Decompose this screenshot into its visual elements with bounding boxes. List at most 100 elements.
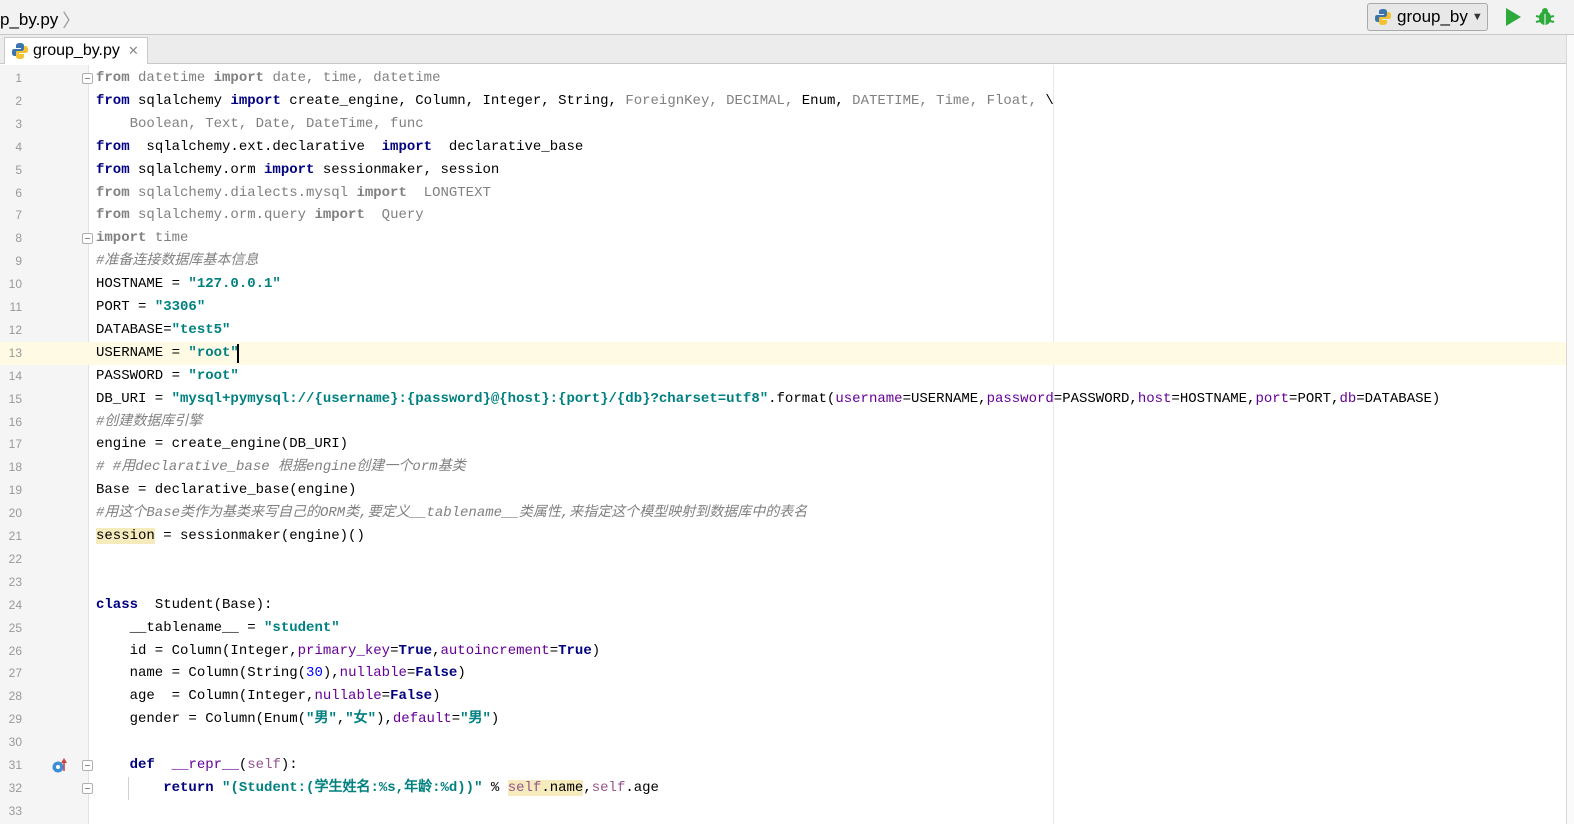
code-text[interactable]: PORT = "3306" (96, 296, 205, 319)
code-text[interactable]: age = Column(Integer,nullable=False) (96, 685, 441, 708)
code-text[interactable]: PASSWORD = "root" (96, 365, 239, 388)
close-icon[interactable]: ✕ (128, 43, 139, 59)
code-text[interactable]: from sqlalchemy.dialects.mysql import LO… (96, 182, 491, 205)
line-number[interactable]: 12 (0, 319, 22, 342)
line-number[interactable]: 22 (0, 548, 22, 571)
code-line[interactable]: 7 from sqlalchemy.orm.query import Query (0, 204, 1566, 227)
line-number[interactable]: 11 (0, 296, 22, 319)
line-number[interactable]: 20 (0, 502, 22, 525)
line-number[interactable]: 15 (0, 388, 22, 411)
line-number[interactable]: 28 (0, 685, 22, 708)
code-line[interactable]: 31 def __repr__(self): (0, 754, 1566, 777)
code-line[interactable]: 23 (0, 571, 1566, 594)
code-line[interactable]: 10 HOSTNAME = "127.0.0.1" (0, 273, 1566, 296)
code-line[interactable]: 25 __tablename__ = "student" (0, 617, 1566, 640)
breadcrumb-file[interactable]: p_by.py (0, 10, 58, 30)
line-number[interactable]: 6 (0, 182, 22, 205)
code-text[interactable]: gender = Column(Enum("男","女"),default="男… (96, 708, 500, 731)
line-number[interactable]: 24 (0, 594, 22, 617)
code-text[interactable]: class Student(Base): (96, 594, 272, 617)
code-line[interactable]: 17 engine = create_engine(DB_URI) (0, 433, 1566, 456)
code-line[interactable]: 13 USERNAME = "root" (0, 341, 1566, 365)
line-number[interactable]: 23 (0, 571, 22, 594)
code-line[interactable]: 8 import time (0, 227, 1566, 250)
scrollbar[interactable] (1566, 35, 1574, 824)
code-editor[interactable]: 1 from datetime import date, time, dateti… (0, 65, 1566, 824)
line-number[interactable]: 13 (0, 342, 22, 365)
breadcrumb[interactable]: p_by.py 〉 (0, 7, 80, 33)
code-text[interactable]: import time (96, 227, 188, 250)
code-text[interactable]: return "(Student:(学生姓名:%s,年龄:%d))" % sel… (96, 777, 659, 800)
code-line[interactable]: 16 #创建数据库引擎 (0, 411, 1566, 434)
code-line[interactable]: 5 from sqlalchemy.orm import sessionmaker… (0, 159, 1566, 182)
line-number[interactable]: 33 (0, 800, 22, 823)
line-number[interactable]: 1 (0, 67, 22, 90)
code-text[interactable]: from sqlalchemy.orm import sessionmaker,… (96, 159, 499, 182)
code-text[interactable]: HOSTNAME = "127.0.0.1" (96, 273, 281, 296)
code-text[interactable]: engine = create_engine(DB_URI) (96, 433, 348, 456)
fold-marker-icon[interactable] (82, 782, 93, 794)
code-line[interactable]: 22 (0, 548, 1566, 571)
code-text[interactable]: from sqlalchemy.ext.declarative import d… (96, 136, 583, 159)
line-number[interactable]: 5 (0, 159, 22, 182)
code-line[interactable]: 21 session = sessionmaker(engine)() (0, 525, 1566, 548)
code-line[interactable]: 24 class Student(Base): (0, 594, 1566, 617)
code-text[interactable]: session = sessionmaker(engine)() (96, 525, 365, 548)
code-line[interactable]: 1 from datetime import date, time, dateti… (0, 67, 1566, 90)
code-text[interactable]: Boolean, Text, Date, DateTime, func (96, 113, 424, 136)
code-line[interactable]: 12 DATABASE="test5" (0, 319, 1566, 342)
line-number[interactable]: 16 (0, 411, 22, 434)
code-text[interactable]: from datetime import date, time, datetim… (96, 67, 440, 90)
line-number[interactable]: 30 (0, 731, 22, 754)
line-number[interactable]: 27 (0, 662, 22, 685)
code-text[interactable]: DB_URI = "mysql+pymysql://{username}:{pa… (96, 388, 1440, 411)
line-number[interactable]: 21 (0, 525, 22, 548)
code-line[interactable]: 9 #准备连接数据库基本信息 (0, 250, 1566, 273)
line-number[interactable]: 2 (0, 90, 22, 113)
code-line[interactable]: 15 DB_URI = "mysql+pymysql://{username}:{… (0, 388, 1566, 411)
run-configuration-select[interactable]: group_by ▼ (1367, 3, 1488, 31)
fold-marker-icon[interactable] (82, 233, 93, 245)
fold-marker-icon[interactable] (82, 73, 93, 84)
line-number[interactable]: 17 (0, 433, 22, 456)
code-text[interactable]: Base = declarative_base(engine) (96, 479, 356, 502)
code-line[interactable]: 18 # #用declarative_base 根据engine创建一个orm基类 (0, 456, 1566, 479)
code-text[interactable]: #创建数据库引擎 (96, 411, 202, 434)
code-line[interactable]: 3 Boolean, Text, Date, DateTime, func (0, 113, 1566, 136)
code-line[interactable]: 14 PASSWORD = "root" (0, 365, 1566, 388)
code-line[interactable]: 29 gender = Column(Enum("男","女"),default… (0, 708, 1566, 731)
code-text[interactable]: from sqlalchemy.orm.query import Query (96, 204, 424, 227)
line-number[interactable]: 7 (0, 204, 22, 227)
code-line[interactable]: 6 from sqlalchemy.dialects.mysql import L… (0, 182, 1566, 205)
code-text[interactable]: USERNAME = "root" (96, 342, 239, 365)
line-number[interactable]: 14 (0, 365, 22, 388)
line-number[interactable]: 19 (0, 479, 22, 502)
line-number[interactable]: 26 (0, 640, 22, 663)
code-text[interactable]: __tablename__ = "student" (96, 617, 340, 640)
code-text[interactable]: # #用declarative_base 根据engine创建一个orm基类 (96, 456, 466, 479)
code-text[interactable]: id = Column(Integer,primary_key=True,aut… (96, 640, 601, 663)
code-line[interactable]: 11 PORT = "3306" (0, 296, 1566, 319)
code-text[interactable]: DATABASE="test5" (96, 319, 230, 342)
code-line[interactable]: 28 age = Column(Integer,nullable=False) (0, 685, 1566, 708)
code-line[interactable]: 4 from sqlalchemy.ext.declarative import … (0, 136, 1566, 159)
code-line[interactable]: 19 Base = declarative_base(engine) (0, 479, 1566, 502)
code-text[interactable]: #准备连接数据库基本信息 (96, 250, 258, 273)
code-line[interactable]: 27 name = Column(String(30),nullable=Fal… (0, 662, 1566, 685)
line-number[interactable]: 32 (0, 777, 22, 800)
fold-marker-icon[interactable] (82, 760, 93, 771)
debug-icon[interactable] (1534, 6, 1556, 28)
line-number[interactable]: 31 (0, 754, 22, 777)
line-number[interactable]: 4 (0, 136, 22, 159)
code-text[interactable]: def __repr__(self): (96, 754, 298, 777)
tab-group-by[interactable]: group_by.py ✕ (4, 37, 148, 64)
line-number[interactable]: 25 (0, 617, 22, 640)
code-line[interactable]: 33 (0, 800, 1566, 823)
code-line[interactable]: 26 id = Column(Integer,primary_key=True,… (0, 640, 1566, 663)
code-text[interactable]: from sqlalchemy import create_engine, Co… (96, 90, 1054, 113)
code-line[interactable]: 30 (0, 731, 1566, 754)
code-text[interactable]: #用这个Base类作为基类来写自己的ORM类,要定义__tablename__类… (96, 502, 807, 525)
code-line[interactable]: 32 return "(Student:(学生姓名:%s,年龄:%d))" % … (0, 776, 1566, 800)
line-number[interactable]: 18 (0, 456, 22, 479)
line-number[interactable]: 29 (0, 708, 22, 731)
